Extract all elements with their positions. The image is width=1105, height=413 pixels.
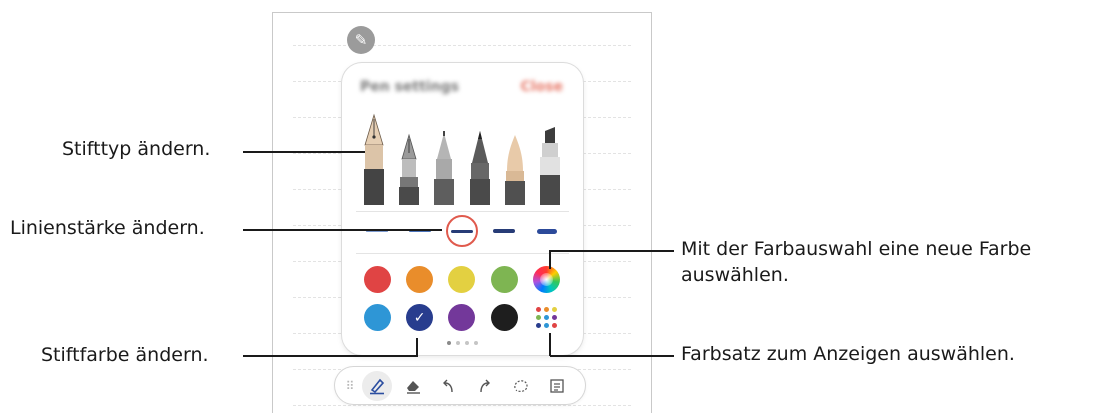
eraser-icon — [407, 380, 420, 394]
pen-type-pencil[interactable] — [466, 113, 494, 205]
pen-type-pen[interactable] — [430, 113, 458, 205]
pen-tool-button[interactable] — [362, 370, 392, 401]
color-swatch-yellow[interactable] — [448, 266, 476, 293]
width-option-thickest[interactable] — [530, 216, 564, 246]
brush-icon — [504, 135, 525, 205]
undo-icon — [443, 379, 453, 392]
divider — [356, 253, 569, 254]
callout-line-color-picker — [550, 250, 674, 252]
ballpoint-pen-icon — [434, 131, 455, 205]
calligraphy-pen-icon — [398, 133, 419, 205]
redo-icon — [480, 379, 490, 392]
redo-button[interactable] — [467, 371, 503, 401]
width-option-thinnest[interactable] — [360, 216, 394, 246]
panel-title: Pen settings — [360, 79, 459, 95]
color-swatch-navy-selected[interactable]: ✓ — [406, 304, 434, 331]
lasso-button[interactable] — [503, 371, 539, 401]
insert-icon — [550, 378, 564, 393]
line-width-list — [356, 215, 568, 247]
callout-line-pen-type — [243, 151, 365, 153]
color-swatch-purple[interactable] — [448, 304, 476, 331]
page-dot — [456, 341, 460, 345]
page-dot — [465, 341, 469, 345]
highlighter-icon — [540, 127, 561, 205]
callout-color-picker-line2: auswählen. — [681, 264, 789, 286]
width-option-thin[interactable] — [403, 216, 437, 246]
pen-type-list — [356, 113, 568, 205]
color-swatch-red[interactable] — [363, 266, 391, 293]
lasso-icon — [514, 379, 528, 392]
divider — [356, 211, 569, 212]
page-dot — [474, 341, 478, 345]
pen-settings-panel: Pen settings Close ✓ — [342, 63, 583, 355]
undo-button[interactable] — [431, 371, 467, 401]
color-picker-wheel-icon[interactable] — [533, 266, 561, 293]
callout-line-palette-vertical — [549, 333, 551, 356]
width-option-thick[interactable] — [487, 216, 521, 246]
callout-line-pen-color — [243, 355, 417, 357]
callout-line-color-picker-vertical — [549, 250, 551, 269]
pencil-icon — [469, 131, 490, 205]
callout-line-palette — [550, 355, 674, 357]
edit-pen-button[interactable]: ✎ — [347, 26, 375, 54]
callout-line-pen-color-vertical — [416, 338, 418, 357]
drawing-toolbar: ⠿ — [335, 367, 585, 404]
pen-type-calligraphy-pen[interactable] — [395, 113, 423, 205]
close-button[interactable]: Close — [520, 79, 563, 95]
callout-line-line-width — [243, 229, 442, 231]
callout-palette: Farbsatz zum Anzeigen auswählen. — [681, 343, 1015, 365]
palette-dots-icon[interactable] — [533, 304, 560, 331]
callout-color-picker-line1: Mit der Farbauswahl eine neue Farbe — [681, 238, 1032, 260]
checkmark-icon: ✓ — [413, 309, 426, 326]
pencil-icon: ✎ — [354, 31, 368, 49]
pen-type-fountain-pen[interactable] — [360, 113, 388, 205]
callout-pen-color: Stiftfarbe ändern. — [41, 344, 209, 366]
color-swatch-orange[interactable] — [406, 266, 434, 293]
color-swatch-blue[interactable] — [363, 304, 391, 331]
width-option-medium-selected[interactable] — [445, 215, 478, 247]
insert-button[interactable] — [539, 371, 575, 401]
eraser-button[interactable] — [395, 371, 431, 401]
page-dot-active — [447, 341, 451, 345]
color-swatch-black[interactable] — [490, 304, 518, 331]
page-indicator — [342, 341, 583, 345]
callout-line-width: Linienstärke ändern. — [10, 217, 205, 239]
pen-type-brush[interactable] — [501, 113, 529, 205]
note-line — [293, 45, 631, 46]
pen-type-highlighter[interactable] — [536, 113, 564, 205]
color-swatch-grid: ✓ — [356, 266, 568, 331]
drag-handle-icon[interactable]: ⠿ — [341, 371, 359, 401]
note-line — [293, 405, 631, 406]
fountain-pen-icon — [363, 113, 384, 205]
color-swatch-green[interactable] — [490, 266, 518, 293]
callout-pen-type: Stifttyp ändern. — [62, 138, 211, 160]
pen-icon — [370, 378, 385, 394]
